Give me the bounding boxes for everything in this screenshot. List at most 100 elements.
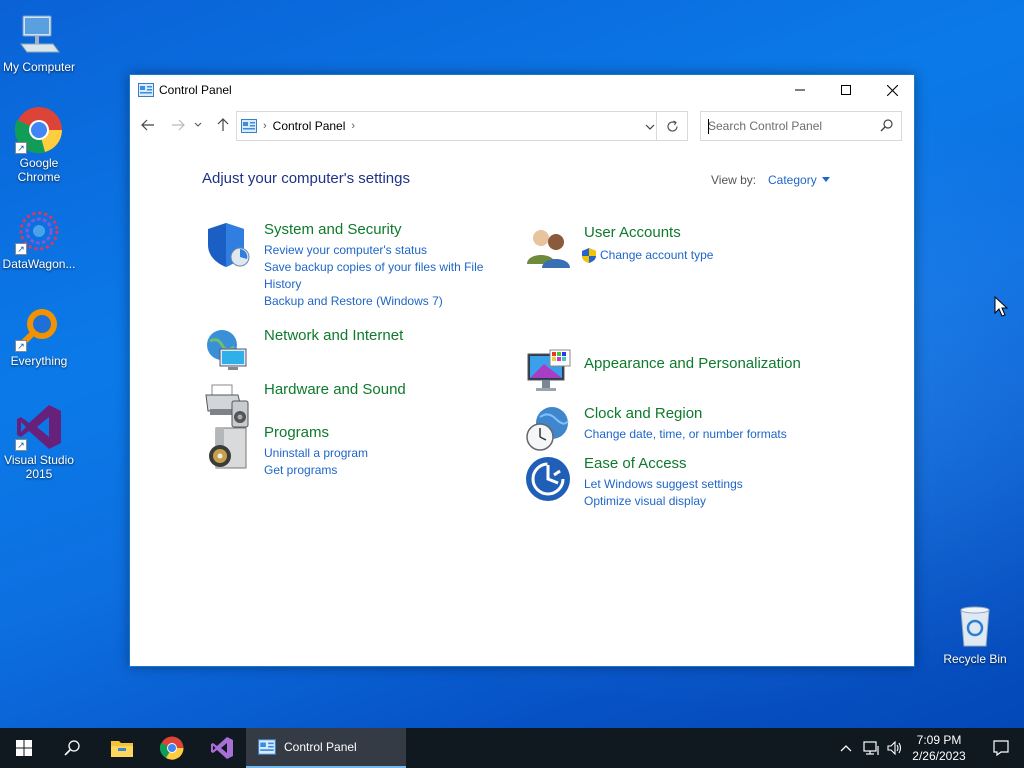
refresh-icon — [667, 119, 678, 132]
desktop-icon-datawagon[interactable]: ↗ DataWagon... — [0, 207, 78, 271]
datawagon-icon: ↗ — [15, 207, 63, 255]
visual-studio-icon: ↗ — [15, 403, 63, 451]
shortcut-arrow-icon: ↗ — [15, 340, 27, 352]
clock-icon — [524, 405, 572, 453]
category-title[interactable]: System and Security — [264, 221, 402, 238]
desktop-icon-visual-studio[interactable]: ↗ Visual Studio 2015 — [0, 403, 78, 481]
desktop-icon-label: Everything — [10, 354, 68, 368]
taskbar-chrome[interactable] — [148, 728, 196, 768]
address-bar[interactable]: › Control Panel › — [236, 111, 688, 141]
clock-date: 2/26/2023 — [912, 749, 966, 763]
taskbar-search-button[interactable] — [48, 728, 96, 768]
breadcrumb-separator-icon[interactable]: › — [263, 120, 267, 132]
search-input[interactable] — [701, 112, 871, 140]
notification-icon — [993, 740, 1009, 756]
folder-icon — [111, 741, 133, 757]
control-panel-window: Control Panel › Control Panel › Search C… — [129, 74, 915, 667]
arrow-up-icon — [217, 118, 229, 131]
link-file-history[interactable]: Save backup copies of your files with Fi… — [264, 259, 494, 293]
close-button[interactable] — [869, 75, 915, 105]
link-uninstall-program[interactable]: Uninstall a program — [264, 445, 494, 462]
arrow-left-icon — [141, 119, 154, 131]
breadcrumb-separator-icon[interactable]: › — [351, 120, 355, 132]
minimize-icon — [795, 89, 805, 91]
category-title[interactable]: Ease of Access — [584, 455, 687, 472]
taskbar-visual-studio[interactable] — [198, 728, 246, 768]
link-backup-restore[interactable]: Backup and Restore (Windows 7) — [264, 293, 494, 310]
network-icon — [204, 327, 252, 375]
link-change-account-type[interactable]: Change account type — [582, 247, 782, 264]
desktop-icon-label: DataWagon... — [2, 257, 76, 271]
desktop-icon-everything[interactable]: ↗ Everything — [0, 304, 78, 368]
control-panel-content: Adjust your computer's settings View by:… — [130, 145, 914, 666]
link-change-date-time-formats[interactable]: Change date, time, or number formats — [584, 426, 844, 443]
search-box[interactable] — [700, 111, 902, 141]
display-icon — [524, 348, 572, 396]
action-center-button[interactable] — [978, 728, 1024, 768]
chrome-icon — [160, 736, 184, 760]
taskbar: Control Panel 7:09 PM 2/26/2023 — [0, 728, 1024, 768]
desktop-icon-recycle-bin[interactable]: Recycle Bin — [936, 602, 1014, 666]
view-by-dropdown[interactable]: Category — [768, 173, 830, 187]
breadcrumb-control-panel[interactable]: Control Panel — [273, 119, 346, 133]
category-title[interactable]: Network and Internet — [264, 327, 403, 344]
link-get-programs[interactable]: Get programs — [264, 462, 494, 479]
link-optimize-visual-display[interactable]: Optimize visual display — [584, 493, 814, 510]
shield-icon — [204, 221, 252, 269]
address-dropdown-button[interactable] — [645, 120, 655, 134]
minimize-button[interactable] — [777, 75, 823, 105]
show-hidden-icons-button[interactable] — [836, 728, 856, 768]
desktop-icon-my-computer[interactable]: My Computer — [0, 10, 78, 74]
taskbar-control-panel[interactable]: Control Panel — [246, 728, 406, 768]
forward-button[interactable] — [168, 115, 188, 135]
chevron-down-icon — [194, 122, 202, 127]
mouse-cursor-icon — [994, 295, 1009, 323]
page-title: Adjust your computer's settings — [202, 170, 410, 187]
category-title[interactable]: Appearance and Personalization — [584, 355, 801, 372]
search-icon[interactable] — [880, 119, 893, 135]
windows-logo-icon — [16, 740, 32, 756]
back-button[interactable] — [138, 115, 158, 135]
shortcut-arrow-icon: ↗ — [15, 142, 27, 154]
shortcut-arrow-icon: ↗ — [15, 243, 27, 255]
chevron-up-icon — [840, 745, 852, 752]
desktop-icon-google-chrome[interactable]: ↗ Google Chrome — [0, 106, 78, 184]
refresh-button[interactable] — [656, 111, 688, 141]
network-wired-icon — [863, 741, 879, 755]
maximize-button[interactable] — [823, 75, 869, 105]
category-links: Change account type — [582, 247, 782, 264]
desktop-icon-label: Google Chrome — [17, 156, 61, 184]
control-panel-icon — [138, 83, 154, 97]
title-bar[interactable]: Control Panel — [130, 75, 914, 105]
ease-of-access-icon — [524, 455, 572, 503]
users-icon — [524, 224, 572, 272]
category-links: Uninstall a program Get programs — [264, 445, 494, 479]
chevron-down-icon — [645, 124, 655, 130]
text-caret — [708, 119, 709, 134]
view-by-value[interactable]: Category — [768, 173, 817, 187]
up-button[interactable] — [213, 115, 233, 135]
taskbar-clock[interactable]: 7:09 PM 2/26/2023 — [904, 732, 974, 764]
taskbar-window-label: Control Panel — [284, 740, 357, 754]
start-button[interactable] — [0, 728, 48, 768]
clock-time: 7:09 PM — [916, 733, 962, 747]
category-title[interactable]: Programs — [264, 424, 329, 441]
window-title: Control Panel — [159, 83, 232, 97]
category-title[interactable]: User Accounts — [584, 224, 681, 241]
desktop-icon-label: My Computer — [2, 60, 76, 74]
taskbar-file-explorer[interactable] — [98, 728, 146, 768]
everything-icon: ↗ — [15, 304, 63, 352]
view-by-label: View by: — [711, 173, 757, 187]
network-tray-button[interactable] — [860, 728, 884, 768]
visual-studio-icon — [211, 737, 233, 759]
volume-tray-button[interactable] — [884, 728, 906, 768]
recent-locations-button[interactable] — [192, 115, 204, 135]
link-review-status[interactable]: Review your computer's status — [264, 242, 494, 259]
category-title[interactable]: Clock and Region — [584, 405, 702, 422]
computer-icon — [15, 10, 63, 58]
printer-icon — [204, 381, 252, 429]
category-title[interactable]: Hardware and Sound — [264, 381, 406, 398]
category-links: Review your computer's status Save backu… — [264, 242, 494, 310]
link-label[interactable]: Change account type — [600, 247, 713, 264]
link-windows-suggest-settings[interactable]: Let Windows suggest settings — [584, 476, 814, 493]
